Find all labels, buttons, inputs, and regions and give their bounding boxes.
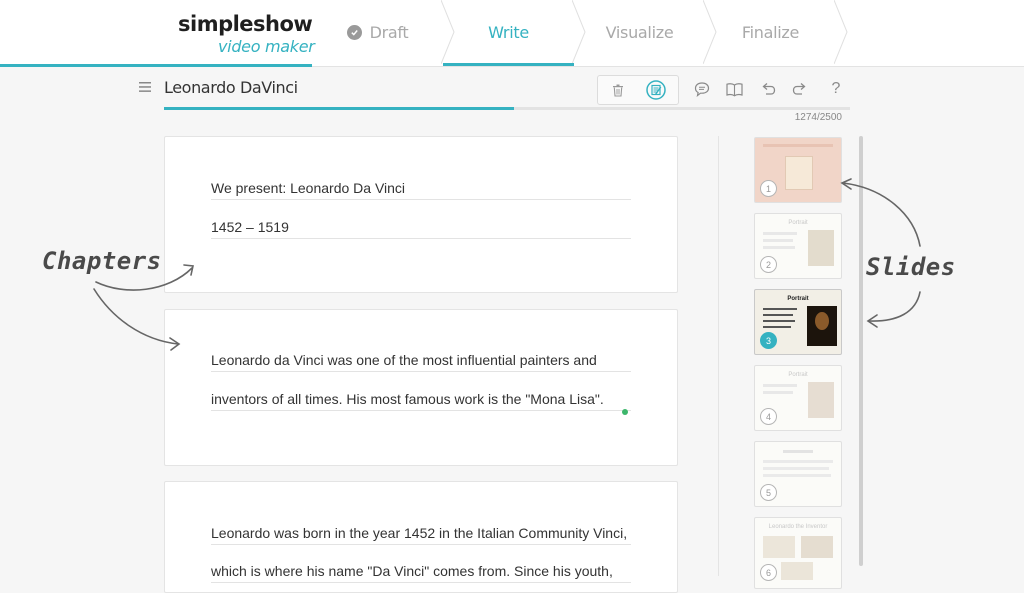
step-label: Write xyxy=(488,22,529,42)
slide-title: Portrait xyxy=(788,372,808,378)
slide-image xyxy=(763,536,795,558)
slide-text-placeholder xyxy=(763,326,791,328)
slide-text-placeholder xyxy=(763,474,831,477)
chapter-text-line[interactable]: which is where his name "Da Vinci" comes… xyxy=(211,563,631,583)
chapter-card-1[interactable]: We present: Leonardo Da Vinci 1452 – 151… xyxy=(164,136,678,293)
step-write[interactable]: Write xyxy=(443,0,586,66)
chapters-annotation: Chapters xyxy=(42,247,162,275)
slide-title: Leonardo the Inventor xyxy=(768,524,828,530)
chapter-text-line[interactable]: inventors of all times. His most famous … xyxy=(211,391,631,411)
arrow-to-slide-1 xyxy=(842,182,921,247)
document-title[interactable]: Leonardo DaVinci xyxy=(164,78,298,97)
slide-thumbnail-1[interactable]: 1 xyxy=(754,137,842,203)
slide-caption-placeholder xyxy=(763,144,833,147)
step-nav: Draft Write Visualize Finalize xyxy=(312,0,872,66)
slide-number: 6 xyxy=(760,564,777,581)
simpleshow-logo[interactable]: simpleshow video maker xyxy=(178,12,318,60)
slide-image xyxy=(801,536,833,558)
edit-note-icon[interactable] xyxy=(645,79,667,101)
step-label: Finalize xyxy=(741,22,800,42)
chapter-text-line[interactable]: We present: Leonardo Da Vinci xyxy=(211,180,631,200)
slide-number: 1 xyxy=(760,180,777,197)
slide-number: 5 xyxy=(760,484,777,501)
hamburger-menu-icon[interactable] xyxy=(138,80,152,94)
chapter-text-line[interactable]: Leonardo da Vinci was one of the most in… xyxy=(211,352,631,372)
slide-artwork xyxy=(785,156,813,190)
chapter-text-line[interactable]: Leonardo was born in the year 1452 in th… xyxy=(211,525,631,545)
slide-caption-placeholder xyxy=(783,450,813,453)
slide-text-placeholder xyxy=(763,232,797,235)
check-circle-icon xyxy=(346,24,362,40)
slide-thumbnail-3[interactable]: Portrait 3 xyxy=(754,289,842,355)
step-label: Visualize xyxy=(605,22,674,42)
character-count: 1274/2500 xyxy=(794,112,842,123)
slides-scrollbar[interactable] xyxy=(859,136,863,566)
slide-text-placeholder xyxy=(763,320,795,322)
undo-icon[interactable] xyxy=(759,80,777,98)
slides-annotation: Slides xyxy=(866,253,956,281)
step-chevron-icon xyxy=(834,0,848,64)
slide-portrait-image xyxy=(807,306,837,346)
redo-icon[interactable] xyxy=(791,80,809,98)
logo-sub-text: video maker xyxy=(218,37,315,56)
slides-divider xyxy=(718,136,719,576)
active-step-indicator xyxy=(443,63,574,66)
character-progress-fill xyxy=(164,107,514,110)
arrowhead xyxy=(840,178,852,190)
comment-icon[interactable] xyxy=(693,80,711,98)
arrowhead xyxy=(866,314,878,328)
slide-thumbnail-5[interactable]: 5 xyxy=(754,441,842,507)
slide-number: 3 xyxy=(760,332,777,349)
slide-image xyxy=(808,382,834,418)
character-progress-bar xyxy=(164,107,850,110)
book-icon[interactable] xyxy=(725,80,743,98)
done-step-indicator xyxy=(0,64,312,67)
slide-number: 2 xyxy=(760,256,777,273)
slide-title: Portrait xyxy=(788,220,808,226)
text-cursor-indicator xyxy=(622,409,628,415)
step-header: simpleshow video maker Draft Write Visua… xyxy=(0,0,1024,67)
step-finalize[interactable]: Finalize xyxy=(705,0,848,64)
slide-title: Portrait xyxy=(787,296,809,302)
slide-text-placeholder xyxy=(763,384,797,387)
slide-thumbnail-6[interactable]: Leonardo the Inventor 6 xyxy=(754,517,842,589)
slide-thumbnail-2[interactable]: Portrait 2 xyxy=(754,213,842,279)
trash-icon[interactable] xyxy=(608,80,628,100)
slide-text-placeholder xyxy=(763,467,829,470)
step-draft[interactable]: Draft xyxy=(312,0,455,64)
slide-text-placeholder xyxy=(763,460,833,463)
slide-text-placeholder xyxy=(763,314,793,316)
slide-number: 4 xyxy=(760,408,777,425)
slide-image xyxy=(781,562,813,580)
edit-tool-group xyxy=(597,75,679,105)
slide-portrait-image xyxy=(808,230,834,266)
slide-text-placeholder xyxy=(763,246,795,249)
slide-text-placeholder xyxy=(763,308,797,310)
slide-text-placeholder xyxy=(763,391,793,394)
step-visualize[interactable]: Visualize xyxy=(574,0,717,64)
arrow-to-slide-3 xyxy=(868,291,921,322)
logo-main-text: simpleshow xyxy=(178,12,313,36)
slide-text-placeholder xyxy=(763,239,793,242)
help-icon[interactable]: ? xyxy=(827,79,845,99)
chapter-text-line[interactable]: 1452 – 1519 xyxy=(211,219,631,239)
slide-thumbnail-4[interactable]: Portrait 4 xyxy=(754,365,842,431)
chapter-card-3[interactable]: Leonardo was born in the year 1452 in th… xyxy=(164,481,678,593)
step-label: Draft xyxy=(369,22,409,42)
portrait-face xyxy=(815,312,829,330)
chapter-card-2[interactable]: Leonardo da Vinci was one of the most in… xyxy=(164,309,678,466)
